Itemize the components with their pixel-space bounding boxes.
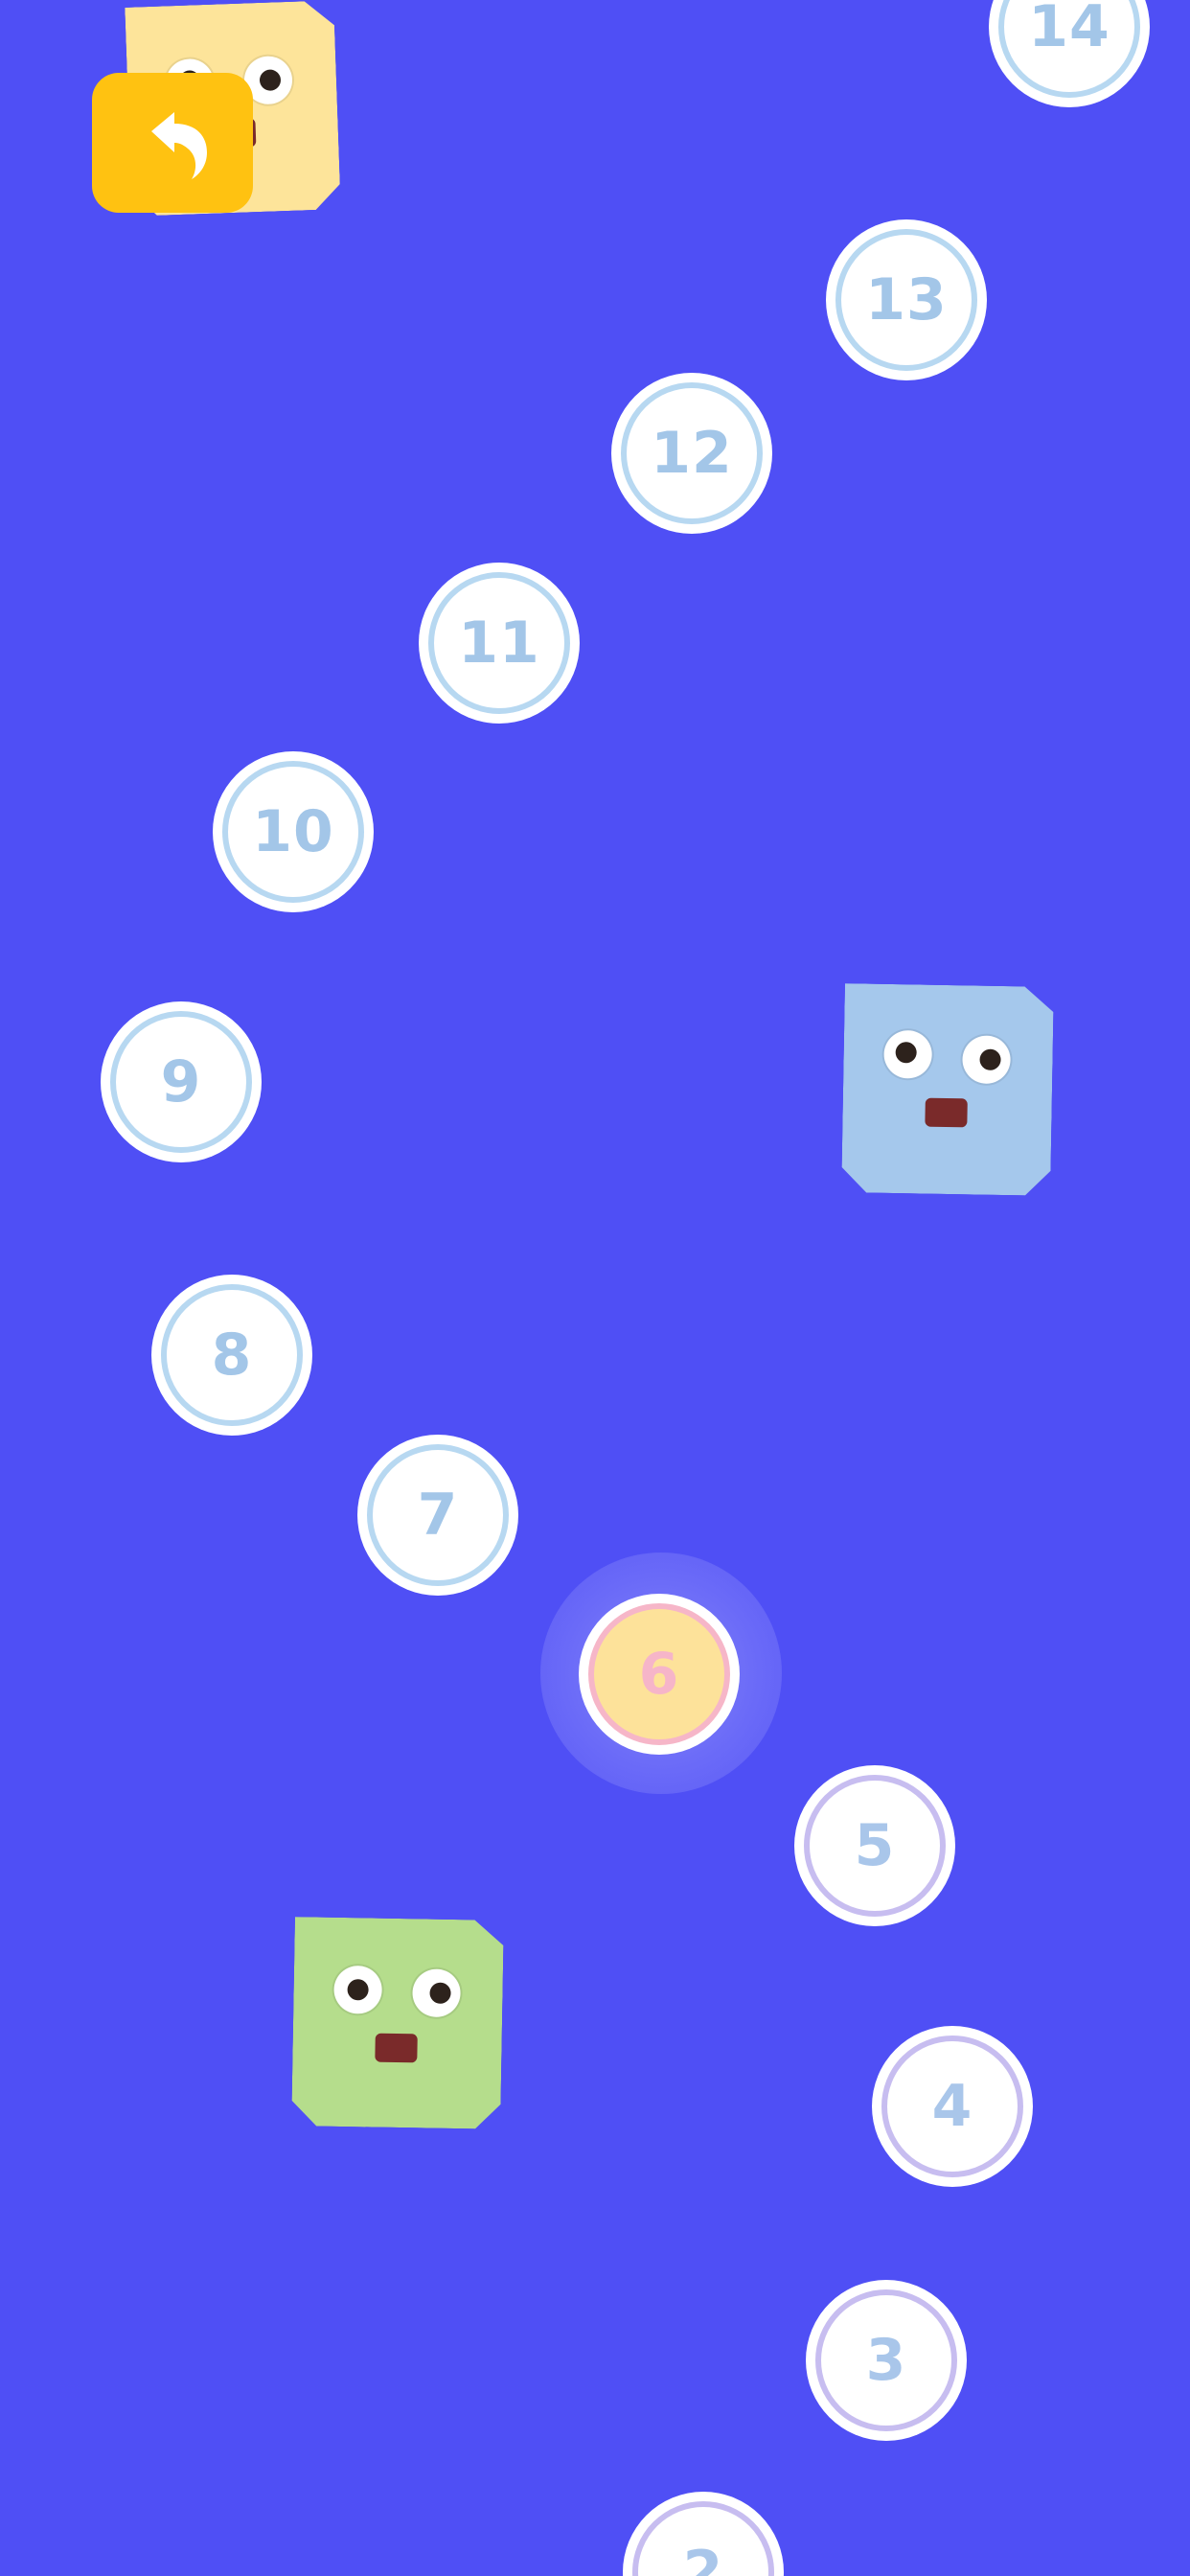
level-13-node[interactable]: 13: [826, 219, 987, 380]
level-12-node[interactable]: 12: [611, 373, 772, 534]
level-number: 9: [160, 1048, 202, 1116]
level-2-node[interactable]: 2: [623, 2492, 784, 2576]
blue-monster: [841, 983, 1054, 1196]
undo-arrow-icon: [151, 112, 207, 179]
level-5-node[interactable]: 5: [794, 1765, 955, 1926]
level-number: 11: [458, 610, 540, 677]
level-7-node[interactable]: 7: [357, 1435, 518, 1596]
level-number: 13: [865, 266, 948, 334]
level-number: 12: [651, 420, 733, 487]
level-number: 3: [865, 2327, 907, 2394]
level-10-node[interactable]: 10: [213, 751, 374, 912]
back-button[interactable]: [92, 73, 253, 213]
level-number: 8: [211, 1322, 253, 1389]
green-monster: [291, 1917, 504, 2129]
level-4-node[interactable]: 4: [872, 2026, 1033, 2187]
level-9-node[interactable]: 9: [101, 1001, 262, 1162]
level-number: 4: [931, 2073, 973, 2140]
level-number: 5: [854, 1812, 896, 1879]
level-number: 14: [1028, 0, 1110, 60]
level-number: 2: [682, 2539, 724, 2576]
level-number: 6: [638, 1641, 680, 1708]
level-map: 14 13 12 11 10 9 8 7 6 5 4 3 2: [0, 0, 1190, 2576]
level-3-node[interactable]: 3: [806, 2280, 967, 2441]
level-8-node[interactable]: 8: [151, 1275, 312, 1436]
level-14-node[interactable]: 14: [989, 0, 1150, 107]
level-11-node[interactable]: 11: [419, 563, 580, 724]
level-number: 10: [252, 798, 334, 865]
level-number: 7: [417, 1482, 459, 1549]
level-6-node[interactable]: 6: [579, 1594, 740, 1755]
